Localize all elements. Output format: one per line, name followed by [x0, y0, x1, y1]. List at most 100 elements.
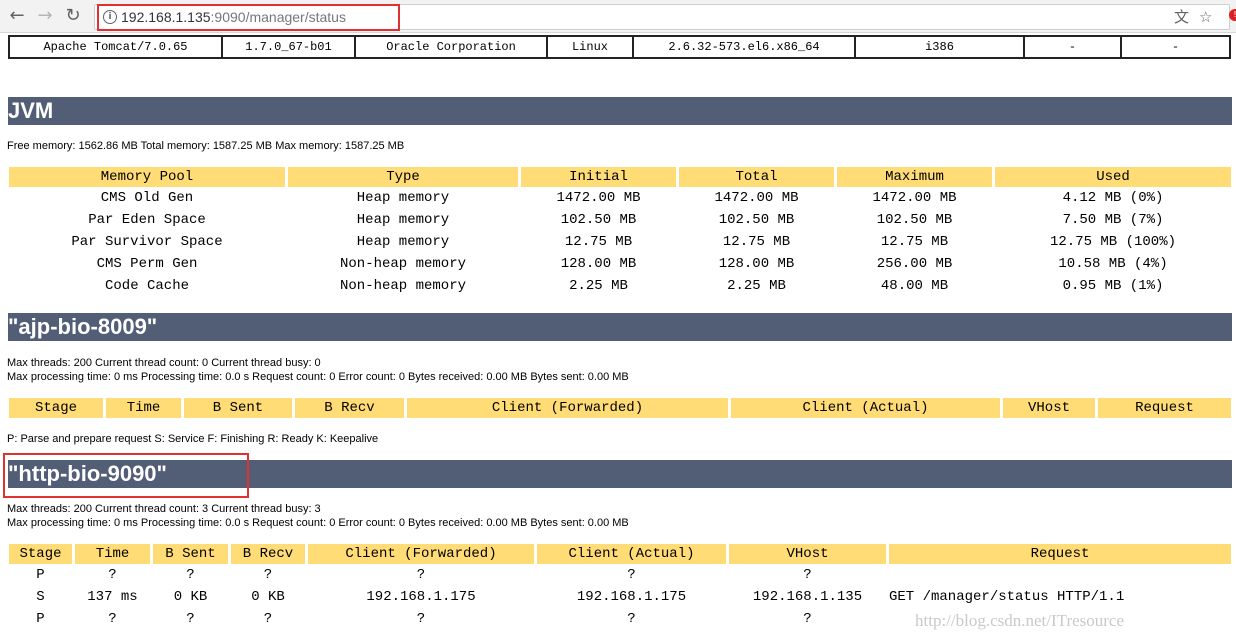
cell: 4.12 MB (0%) [1062, 190, 1164, 206]
memory-pool-table: Memory Pool Type Initial Total Maximum U… [6, 167, 1234, 297]
cell: 12.75 MB [880, 234, 949, 250]
cell: ? [108, 611, 117, 627]
ip-address: - [1120, 35, 1231, 59]
cell: Non-heap memory [339, 256, 467, 272]
cell: 12.75 MB (100%) [1049, 234, 1177, 250]
col-vhost: VHost [1003, 398, 1095, 418]
cell: 10.58 MB (4%) [1058, 256, 1168, 272]
table-row: CMS Old Gen Heap memory 1472.00 MB 1472.… [9, 187, 1231, 209]
table-header-row: Stage Time B Sent B Recv Client (Forward… [9, 544, 1231, 564]
ajp-heading-text: "ajp-bio-8009" [8, 314, 158, 339]
cell: 1472.00 MB [714, 190, 799, 206]
cell: Heap memory [356, 190, 450, 206]
jvm-version: 1.7.0_67-b01 [221, 35, 356, 59]
col-total: Total [679, 167, 834, 187]
jvm-heading: JVM [8, 97, 1232, 125]
cell: P [36, 611, 45, 627]
cell: ? [108, 567, 117, 583]
cell: ? [263, 611, 273, 627]
cell: 2.25 MB [727, 278, 786, 294]
cell: 102.50 MB [560, 212, 637, 228]
col-initial: Initial [521, 167, 676, 187]
cell [889, 564, 1231, 586]
cell: ? [186, 567, 195, 583]
cell: ? [627, 611, 636, 627]
cell: 102.50 MB [718, 212, 795, 228]
col-stage: Stage [9, 544, 72, 564]
col-client-forwarded: Client (Forwarded) [308, 544, 534, 564]
cell: Heap memory [356, 212, 450, 228]
col-vhost: VHost [729, 544, 886, 564]
cell: CMS Old Gen [100, 190, 194, 206]
cell: 2.25 MB [569, 278, 628, 294]
reload-icon[interactable]: ↻ [62, 5, 84, 27]
hostname: - [1023, 35, 1122, 59]
table-row: Code Cache Non-heap memory 2.25 MB 2.25 … [9, 275, 1231, 297]
cell: ? [186, 611, 195, 627]
forward-icon[interactable]: → [34, 5, 56, 27]
os-name: Linux [546, 35, 634, 59]
table-row: CMS Perm Gen Non-heap memory 128.00 MB 1… [9, 253, 1231, 275]
cell: CMS Perm Gen [96, 256, 198, 272]
cell: ? [803, 611, 812, 627]
cell: 0 KB [251, 589, 285, 605]
cell: 102.50 MB [876, 212, 953, 228]
col-request: Request [1098, 398, 1231, 418]
col-maximum: Maximum [837, 167, 992, 187]
cell: Par Survivor Space [71, 234, 223, 250]
os-version: 2.6.32-573.el6.x86_64 [632, 35, 856, 59]
translate-icon[interactable]: 文 [1174, 7, 1189, 27]
cell: 0 KB [173, 589, 208, 605]
cell: 256.00 MB [876, 256, 953, 272]
table-row: Par Eden Space Heap memory 102.50 MB 102… [9, 209, 1231, 231]
cell: 192.168.1.175 [576, 589, 687, 605]
col-request: Request [889, 544, 1231, 564]
cell: 137 ms [87, 589, 138, 605]
back-icon[interactable]: ← [6, 5, 28, 27]
cell: Par Eden Space [88, 212, 206, 228]
cell: 12.75 MB [722, 234, 791, 250]
col-used: Used [995, 167, 1231, 187]
ajp-threads-line: Max threads: 200 Current thread count: 0… [7, 357, 321, 369]
cell: Heap memory [356, 234, 450, 250]
col-client-forwarded: Client (Forwarded) [407, 398, 728, 418]
star-icon[interactable]: ☆ [1199, 7, 1212, 27]
cell: Code Cache [104, 278, 189, 294]
watermark: http://blog.csdn.net/ITresource [915, 611, 1125, 630]
col-time: Time [106, 398, 181, 418]
col-client-actual: Client (Actual) [731, 398, 1000, 418]
col-memory-pool: Memory Pool [9, 167, 285, 187]
col-time: Time [75, 544, 150, 564]
cell: P [36, 567, 45, 583]
col-stage: Stage [9, 398, 103, 418]
cell: 128.00 MB [560, 256, 637, 272]
ajp-processing-line: Max processing time: 0 ms Processing tim… [7, 371, 629, 383]
cell: 128.00 MB [718, 256, 795, 272]
table-row: Par Survivor Space Heap memory 12.75 MB … [9, 231, 1231, 253]
col-type: Type [288, 167, 518, 187]
cell: 7.50 MB (7%) [1062, 212, 1164, 228]
cell: 0.95 MB (1%) [1062, 278, 1164, 294]
cell: 1472.00 MB [872, 190, 957, 206]
jvm-memory-line: Free memory: 1562.86 MB Total memory: 15… [7, 140, 405, 152]
server-info-table: Apache Tomcat/7.0.65 1.7.0_67-b01 Oracle… [8, 35, 1231, 59]
stage-legend: P: Parse and prepare request S: Service … [7, 433, 379, 445]
col-client-actual: Client (Actual) [537, 544, 726, 564]
extension-icon[interactable]: ! [1229, 9, 1236, 21]
table-header-row: Stage Time B Sent B Recv Client (Forward… [9, 398, 1231, 418]
col-b-recv: B Recv [295, 398, 404, 418]
cell: ? [627, 567, 636, 583]
connector-highlight-box [3, 453, 249, 498]
table-header-row: Memory Pool Type Initial Total Maximum U… [9, 167, 1231, 187]
os-architecture: i386 [854, 35, 1025, 59]
cell: ? [416, 611, 426, 627]
table-row: P ? ? ? ? ? ? [9, 564, 1231, 586]
cell: S [36, 589, 45, 605]
jvm-vendor: Oracle Corporation [354, 35, 548, 59]
col-b-sent: B Sent [153, 544, 228, 564]
cell: ? [416, 567, 426, 583]
jvm-heading-text: JVM [8, 98, 54, 123]
http-threads-line: Max threads: 200 Current thread count: 3… [7, 503, 321, 515]
cell: 1472.00 MB [556, 190, 641, 206]
cell: 192.168.1.175 [366, 589, 476, 605]
